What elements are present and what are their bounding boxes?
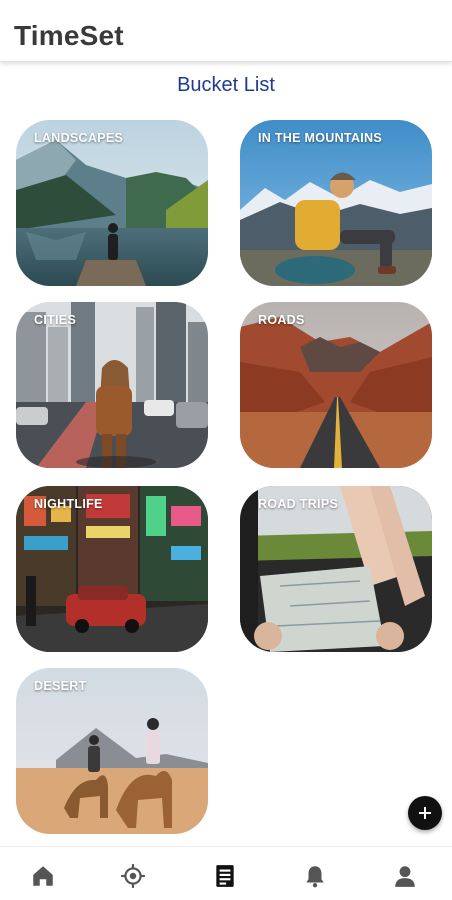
location-target-icon <box>121 864 145 888</box>
card-label: CITIES <box>34 313 77 327</box>
category-card-roads[interactable]: ROADS <box>240 302 432 468</box>
nav-bucket-list[interactable] <box>212 863 238 889</box>
category-card-landscapes[interactable]: LANDSCAPES <box>16 120 208 286</box>
category-card-desert[interactable]: DESERT <box>16 668 208 834</box>
plus-icon <box>419 807 431 819</box>
bottom-navigation <box>0 846 452 900</box>
bell-icon <box>306 866 324 888</box>
section-title: Bucket List <box>177 74 275 96</box>
card-label: NIGHTLIFE <box>34 497 103 511</box>
nav-location[interactable] <box>120 863 146 889</box>
app-bar: TimeSet <box>0 0 452 62</box>
category-card-nightlife[interactable]: NIGHTLIFE <box>16 486 208 652</box>
home-icon <box>33 866 53 886</box>
category-card-road-trips[interactable]: ROAD TRIPS <box>240 486 432 652</box>
category-card-cities[interactable]: CITIES <box>16 302 208 468</box>
add-button[interactable] <box>408 796 442 830</box>
list-document-icon <box>216 865 234 887</box>
nav-home[interactable] <box>30 863 56 889</box>
card-label: ROADS <box>258 313 305 327</box>
app-title: TimeSet <box>14 20 124 51</box>
card-label: LANDSCAPES <box>34 131 124 145</box>
person-icon <box>395 866 415 887</box>
nav-notifications[interactable] <box>302 863 328 889</box>
card-label: IN THE MOUNTAINS <box>258 131 383 145</box>
card-label: ROAD TRIPS <box>258 497 339 511</box>
nav-profile[interactable] <box>392 863 418 889</box>
category-card-in-the-mountains[interactable]: IN THE MOUNTAINS <box>240 120 432 286</box>
card-label: DESERT <box>34 679 87 693</box>
